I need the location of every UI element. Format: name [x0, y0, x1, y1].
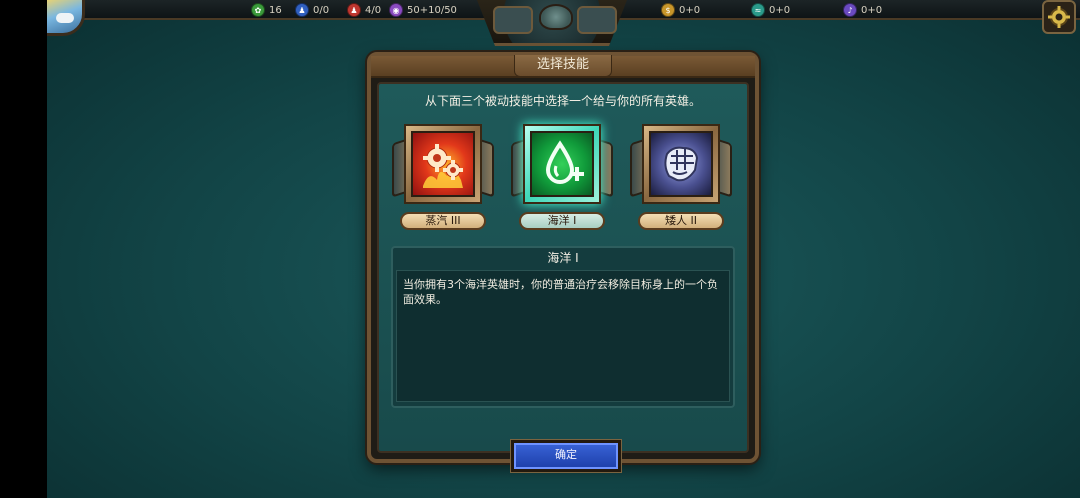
resource-population: ◉ 50+10/50	[389, 2, 457, 18]
weather-icon[interactable]	[47, 0, 85, 36]
dialog-body: 从下面三个被动技能中选择一个给与你的所有英雄。 蒸汽 III 海洋 I 矮人 I…	[377, 82, 749, 472]
resource-gold: $ 0+0	[661, 2, 700, 18]
unit-red-icon: ♟	[347, 3, 361, 17]
skill-label: 海洋 I	[519, 212, 605, 230]
resource-value: 0+0	[861, 4, 883, 16]
skill-option-ocean[interactable]: 海洋 I	[507, 124, 617, 242]
skill-description-panel: 海洋 I 当你拥有3个海洋英雄时，你的普通治疗会移除目标身上的一个负面效果。	[391, 246, 735, 408]
emblem-wing-right	[577, 6, 617, 34]
resource-value: 0/0	[313, 4, 330, 16]
emblem-wing-left	[493, 6, 533, 34]
confirm-button[interactable]: 确定	[511, 440, 621, 472]
water-drop-plus-icon	[530, 131, 594, 197]
skill-label: 矮人 II	[638, 212, 724, 230]
unit-blue-icon: ♟	[295, 3, 309, 17]
population-purple-icon: ◉	[389, 3, 403, 17]
resource-coin-green: ✿ 16	[251, 2, 282, 18]
resource-value: 4/0	[365, 4, 382, 16]
coin-green-icon: ✿	[251, 3, 265, 17]
resource-value: 0+0	[679, 4, 701, 16]
resource-unit-blue: ♟ 0/0	[295, 2, 329, 18]
skill-option-steam[interactable]: 蒸汽 III	[388, 124, 498, 242]
description-text: 当你拥有3个海洋英雄时，你的普通治疗会移除目标身上的一个负面效果。	[396, 270, 730, 402]
skill-frame	[404, 124, 482, 204]
resource-value: 0+0	[769, 4, 791, 16]
teal-resource-icon: ≈	[751, 3, 765, 17]
gold-icon: $	[661, 3, 675, 17]
resource-value: 50+10/50	[407, 4, 457, 16]
gears-fire-icon	[411, 131, 475, 197]
instruction-text: 从下面三个被动技能中选择一个给与你的所有英雄。	[424, 94, 701, 108]
resource-purple: ♪ 0+0	[843, 2, 882, 18]
skill-label: 蒸汽 III	[400, 212, 486, 230]
skill-frame	[642, 124, 720, 204]
resource-teal: ≈ 0+0	[751, 2, 790, 18]
skill-option-dwarf[interactable]: 矮人 II	[626, 124, 736, 242]
stone-fist-icon	[649, 131, 713, 197]
game-screen: ✿ 16 ♟ 0/0 ♟ 4/0 ◉ 50+10/50 $ 0+0 ≈ 0+0 …	[47, 0, 1080, 498]
settings-gear-icon[interactable]	[1042, 0, 1076, 34]
dialog-title: 选择技能	[513, 55, 612, 77]
purple-resource-icon: ♪	[843, 3, 857, 17]
dialog-header: 选择技能	[371, 55, 755, 78]
choose-skill-dialog: 选择技能 从下面三个被动技能中选择一个给与你的所有英雄。 蒸汽 III 海洋 I…	[367, 52, 759, 472]
description-title: 海洋 I	[547, 251, 579, 265]
skill-frame-selected	[523, 124, 601, 204]
resource-unit-red: ♟ 4/0	[347, 2, 381, 18]
hero-helmet-icon[interactable]	[539, 4, 573, 30]
resource-value: 16	[269, 4, 282, 16]
